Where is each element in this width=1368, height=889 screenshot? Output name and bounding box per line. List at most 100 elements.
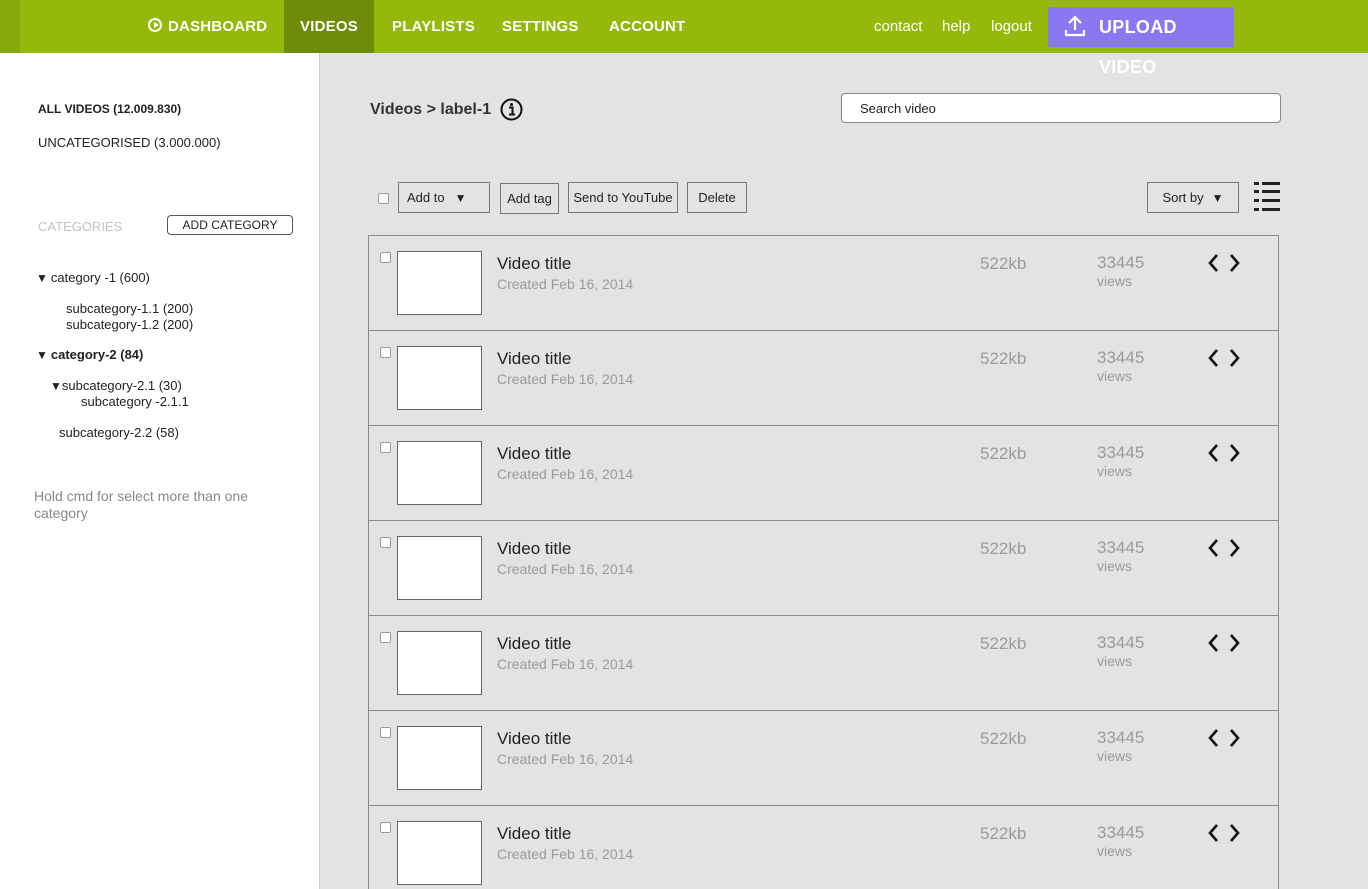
nav-playlists[interactable]: PLAYLISTS bbox=[392, 0, 475, 53]
video-row[interactable]: Video title Created Feb 16, 2014 522kb 3344… bbox=[369, 236, 1278, 331]
video-file-size: 522kb bbox=[980, 539, 1027, 558]
collapse-triangle-icon[interactable]: ▼ bbox=[50, 379, 62, 393]
play-circle-icon bbox=[148, 18, 162, 33]
add-to-dropdown[interactable]: Add to ▼ bbox=[398, 182, 490, 213]
video-file-size: 522kb bbox=[980, 349, 1027, 368]
nav-settings[interactable]: SETTINGS bbox=[502, 0, 579, 53]
subcategory-2-1-label: subcategory-2.1 (30) bbox=[61, 378, 182, 393]
embed-code-icon[interactable] bbox=[1207, 347, 1241, 369]
video-views-label: views bbox=[1097, 273, 1133, 289]
video-title[interactable]: Video title bbox=[497, 349, 571, 369]
video-created-date: Created Feb 16, 2014 bbox=[497, 751, 634, 767]
video-view-count: 33445 bbox=[1097, 633, 1145, 652]
video-select-checkbox[interactable] bbox=[380, 537, 391, 548]
nav-left-stripe bbox=[0, 0, 20, 53]
video-thumbnail[interactable] bbox=[397, 821, 482, 885]
video-select-checkbox[interactable] bbox=[380, 727, 391, 738]
video-title[interactable]: Video title bbox=[497, 634, 571, 654]
subcategory-2-2-item[interactable]: subcategory-2.2 (58) bbox=[59, 425, 179, 440]
contact-link[interactable]: contact bbox=[874, 0, 922, 53]
video-thumbnail[interactable] bbox=[397, 726, 482, 790]
video-select-checkbox[interactable] bbox=[380, 442, 391, 453]
video-select-checkbox[interactable] bbox=[380, 347, 391, 358]
video-title[interactable]: Video title bbox=[497, 729, 571, 749]
embed-code-icon[interactable] bbox=[1207, 822, 1241, 844]
select-all-checkbox[interactable] bbox=[378, 193, 389, 204]
dropdown-arrow-icon: ▼ bbox=[1211, 190, 1224, 205]
video-views-label: views bbox=[1097, 463, 1133, 479]
video-select-checkbox[interactable] bbox=[380, 822, 391, 833]
sort-by-dropdown[interactable]: Sort by ▼ bbox=[1147, 182, 1239, 213]
video-view-count: 33445 bbox=[1097, 728, 1145, 747]
video-row[interactable]: Video title Created Feb 16, 2014 522kb 3344… bbox=[369, 616, 1278, 711]
video-row[interactable]: Video title Created Feb 16, 2014 522kb 3344… bbox=[369, 521, 1278, 616]
uncategorised-link[interactable]: UNCATEGORISED (3.000.000) bbox=[38, 135, 221, 150]
video-row[interactable]: Video title Created Feb 16, 2014 522kb 3344… bbox=[369, 426, 1278, 521]
video-title[interactable]: Video title bbox=[497, 254, 571, 274]
video-title[interactable]: Video title bbox=[497, 824, 571, 844]
video-thumbnail[interactable] bbox=[397, 441, 482, 505]
nav-dashboard-label: DASHBOARD bbox=[168, 18, 268, 35]
video-file-size: 522kb bbox=[980, 254, 1027, 273]
subcategory-1-1-item[interactable]: subcategory-1.1 (200) bbox=[66, 301, 193, 316]
embed-code-icon[interactable] bbox=[1207, 632, 1241, 654]
add-to-label: Add to bbox=[407, 190, 445, 205]
video-title[interactable]: Video title bbox=[497, 444, 571, 464]
video-thumbnail[interactable] bbox=[397, 251, 482, 315]
category-2-label: category-2 (84) bbox=[50, 347, 144, 362]
subcategory-2-1-1-item[interactable]: subcategory -2.1.1 bbox=[81, 394, 189, 409]
upload-video-label: UPLOAD VIDEO bbox=[1099, 17, 1177, 77]
sort-by-label: Sort by bbox=[1162, 190, 1204, 205]
embed-code-icon[interactable] bbox=[1207, 252, 1241, 274]
video-thumbnail[interactable] bbox=[397, 536, 482, 600]
multi-select-hint: Hold cmd for select more than one catego… bbox=[34, 488, 248, 521]
embed-code-icon[interactable] bbox=[1207, 727, 1241, 749]
video-row[interactable]: Video title Created Feb 16, 2014 522kb 3344… bbox=[369, 331, 1278, 426]
embed-code-icon[interactable] bbox=[1207, 537, 1241, 559]
delete-button[interactable]: Delete bbox=[687, 182, 747, 213]
nav-dashboard[interactable]: DASHBOARD bbox=[148, 0, 267, 53]
video-thumbnail[interactable] bbox=[397, 631, 482, 695]
collapse-triangle-icon[interactable]: ▼ bbox=[36, 271, 48, 285]
video-row[interactable]: Video title Created Feb 16, 2014 522kb 3344… bbox=[369, 806, 1278, 889]
add-category-button[interactable]: ADD CATEGORY bbox=[167, 215, 293, 235]
video-file-size: 522kb bbox=[980, 824, 1027, 843]
video-created-date: Created Feb 16, 2014 bbox=[497, 656, 634, 672]
video-created-date: Created Feb 16, 2014 bbox=[497, 466, 634, 482]
nav-account[interactable]: ACCOUNT bbox=[609, 0, 685, 53]
category-1-item[interactable]: ▼ category -1 (600) bbox=[36, 270, 150, 285]
upload-video-button[interactable]: UPLOAD VIDEO bbox=[1048, 7, 1234, 77]
video-view-count: 33445 bbox=[1097, 823, 1145, 842]
info-icon[interactable] bbox=[500, 98, 523, 121]
video-created-date: Created Feb 16, 2014 bbox=[497, 561, 634, 577]
video-select-checkbox[interactable] bbox=[380, 632, 391, 643]
top-navigation-bar: DASHBOARD VIDEOS PLAYLISTS SETTINGS ACCO… bbox=[0, 0, 1368, 77]
list-view-icon[interactable] bbox=[1254, 181, 1280, 212]
video-row[interactable]: Video title Created Feb 16, 2014 522kb 3344… bbox=[369, 711, 1278, 806]
subcategory-2-1-item[interactable]: ▼subcategory-2.1 (30) bbox=[50, 378, 182, 393]
video-view-count: 33445 bbox=[1097, 348, 1145, 367]
nav-videos[interactable]: VIDEOS bbox=[284, 0, 374, 53]
categories-header: CATEGORIES bbox=[38, 219, 123, 234]
video-views-label: views bbox=[1097, 558, 1133, 574]
subcategory-1-2-item[interactable]: subcategory-1.2 (200) bbox=[66, 317, 193, 332]
video-created-date: Created Feb 16, 2014 bbox=[497, 846, 634, 862]
video-views-label: views bbox=[1097, 843, 1133, 859]
embed-code-icon[interactable] bbox=[1207, 442, 1241, 464]
collapse-triangle-icon[interactable]: ▼ bbox=[36, 348, 48, 362]
video-view-count: 33445 bbox=[1097, 253, 1145, 272]
video-thumbnail[interactable] bbox=[397, 346, 482, 410]
all-videos-link[interactable]: ALL VIDEOS (12.009.830) bbox=[38, 102, 181, 116]
search-input[interactable] bbox=[841, 93, 1281, 123]
send-to-youtube-button[interactable]: Send to YouTube bbox=[568, 182, 678, 213]
video-select-checkbox[interactable] bbox=[380, 252, 391, 263]
add-tag-button[interactable]: Add tag bbox=[500, 183, 559, 214]
video-list: Video title Created Feb 16, 2014 522kb 3344… bbox=[368, 235, 1279, 889]
video-title[interactable]: Video title bbox=[497, 539, 571, 559]
video-views-label: views bbox=[1097, 368, 1133, 384]
upload-arrow-icon bbox=[1064, 15, 1086, 37]
category-2-item[interactable]: ▼ category-2 (84) bbox=[36, 347, 143, 362]
logout-link[interactable]: logout bbox=[991, 0, 1032, 53]
video-view-count: 33445 bbox=[1097, 443, 1145, 462]
help-link[interactable]: help bbox=[942, 0, 970, 53]
